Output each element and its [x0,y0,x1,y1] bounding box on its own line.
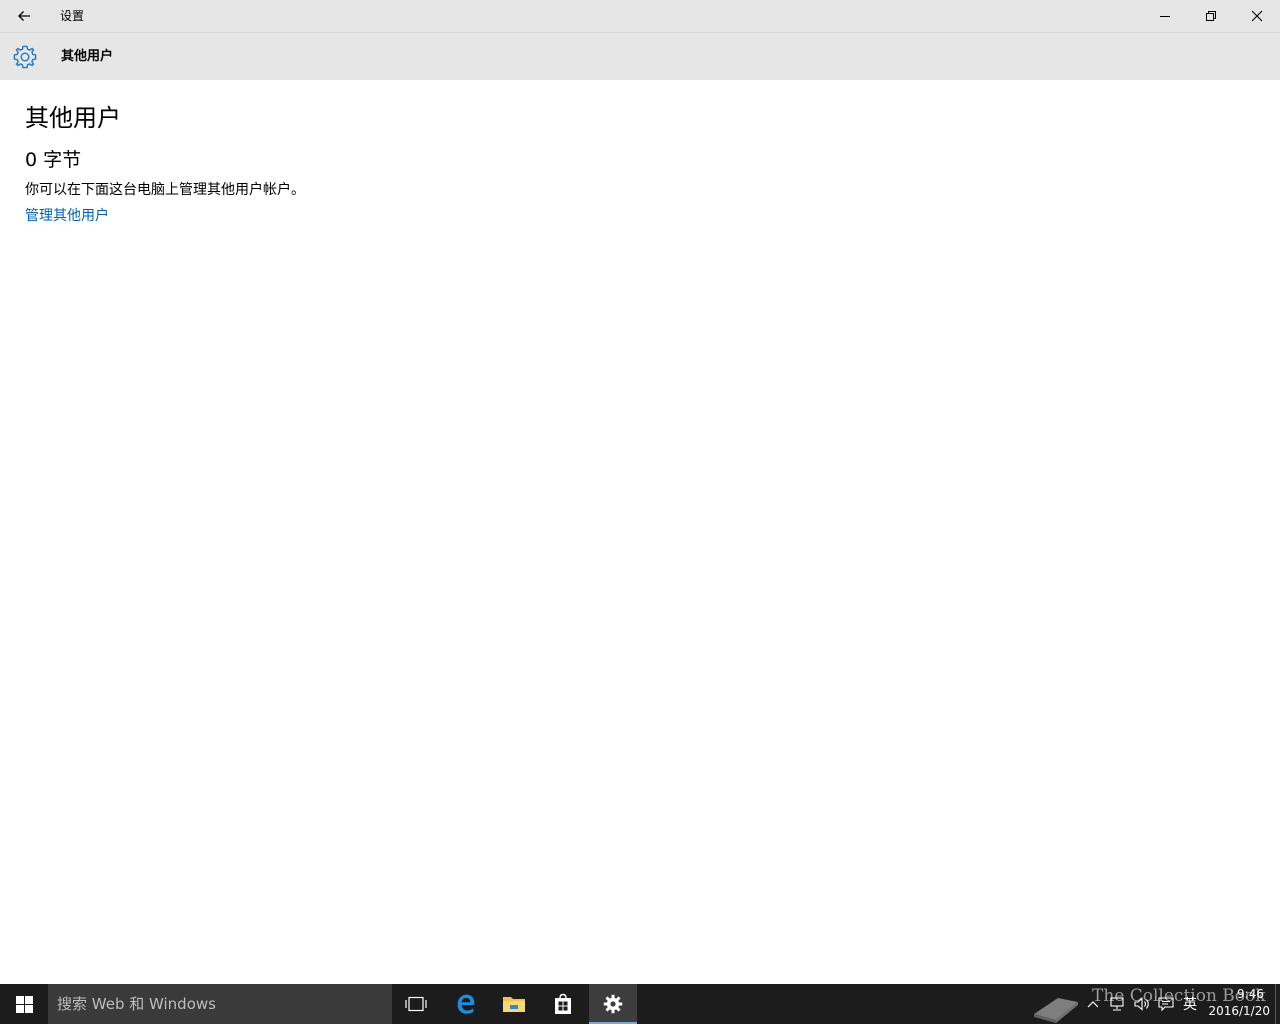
page-title: 其他用户 [25,104,121,132]
network-button[interactable] [1104,984,1130,1024]
back-button[interactable] [0,0,48,32]
storage-size: 0 字节 [25,149,82,171]
clock[interactable]: 9:46 2016/1/20 [1204,986,1270,1022]
window-title: 设置 [60,9,85,23]
volume-icon [1134,997,1149,1011]
gear-icon [13,45,37,69]
main-content: 其他用户 0 字节 你可以在下面这台电脑上管理其他用户帐户。 管理其他用户 [25,100,1225,226]
volume-button[interactable] [1130,984,1154,1024]
store-icon [555,993,571,1014]
close-icon [1251,10,1263,22]
header-title: 其他用户 [61,49,114,64]
close-button[interactable] [1234,0,1280,32]
network-icon [1110,997,1124,1011]
minimize-button[interactable] [1142,0,1188,32]
title-bar: 设置 [0,0,1280,32]
show-desktop-button[interactable] [1275,984,1280,1024]
action-center-button[interactable] [1154,984,1178,1024]
manage-other-users-link[interactable]: 管理其他用户 [25,206,109,226]
description-text: 你可以在下面这台电脑上管理其他用户帐户。 [25,182,305,198]
show-hidden-icons-button[interactable] [1084,984,1102,1024]
settings-header: 其他用户 [0,32,1280,80]
chevron-up-icon [1087,1001,1099,1008]
back-arrow-icon [18,11,30,21]
book-logo-icon [1034,998,1078,1023]
search-box[interactable]: 搜索 Web 和 Windows [48,984,392,1024]
store-button[interactable] [539,984,587,1024]
settings-icon [603,994,623,1014]
clock-time: 9:46 [1237,987,1264,1001]
edge-button[interactable] [442,984,490,1024]
clock-date: 2016/1/20 [1208,1004,1270,1018]
task-view-icon [405,996,427,1012]
windows-logo-icon [15,995,33,1013]
task-view-button[interactable] [392,984,440,1024]
file-explorer-icon [503,997,525,1012]
settings-taskbar-button[interactable] [589,984,637,1024]
start-button[interactable] [0,984,48,1024]
edge-icon [457,994,475,1014]
search-placeholder: 搜索 Web 和 Windows [57,995,216,1013]
taskbar: 搜索 Web 和 Windows The Collection Book 英 9… [0,984,1280,1024]
restore-icon [1206,11,1216,21]
restore-button[interactable] [1188,0,1234,32]
file-explorer-button[interactable] [490,984,538,1024]
ime-indicator[interactable]: 英 [1178,984,1202,1024]
message-icon [1158,997,1174,1012]
minimize-icon [1160,16,1170,17]
